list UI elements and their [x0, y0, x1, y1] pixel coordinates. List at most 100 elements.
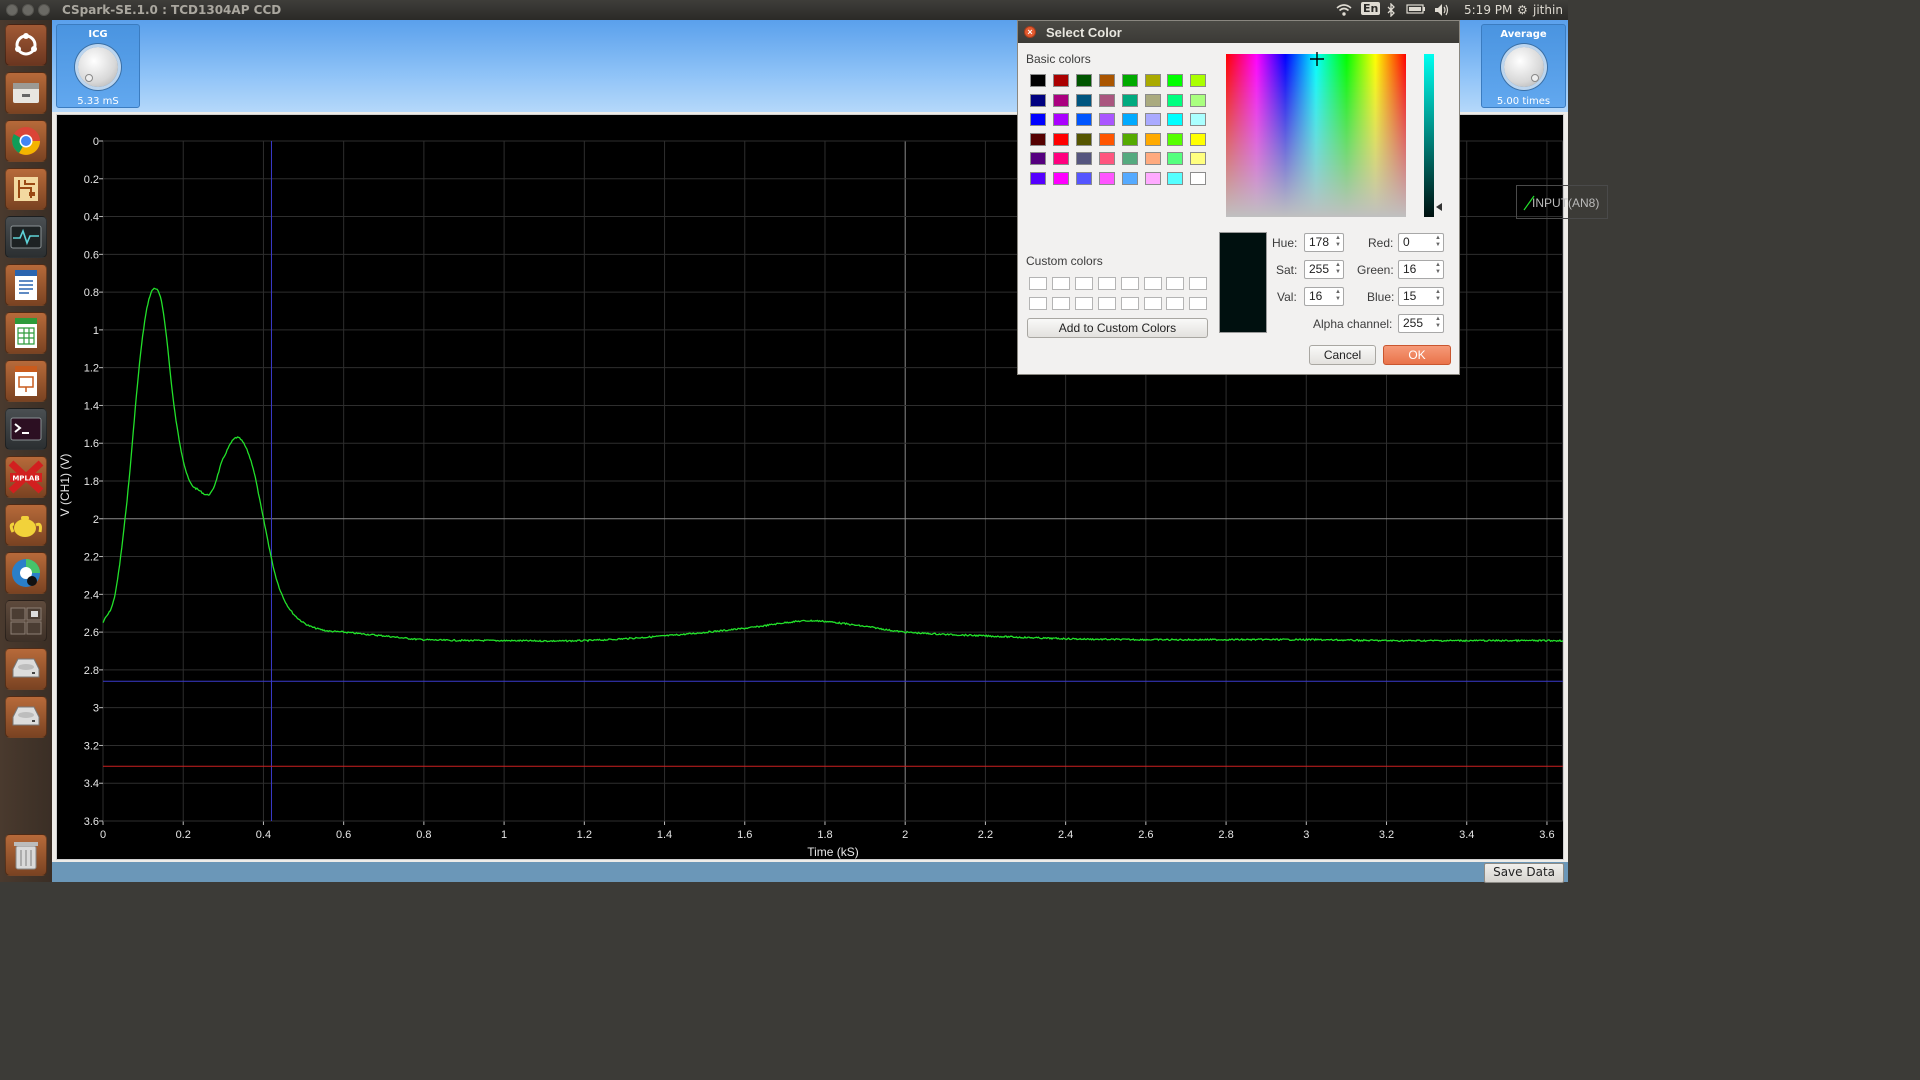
blue-spinbox[interactable]: 15 ▲ ▼: [1398, 287, 1444, 306]
custom-color-swatch[interactable]: [1189, 277, 1208, 290]
basic-color-swatch[interactable]: [1121, 74, 1138, 87]
average-knob[interactable]: [1504, 47, 1544, 87]
teapot-icon[interactable]: [5, 504, 47, 546]
ok-button[interactable]: OK: [1383, 345, 1451, 365]
basic-color-swatch[interactable]: [1144, 93, 1161, 107]
basic-color-swatch[interactable]: [1144, 113, 1161, 127]
custom-color-swatch[interactable]: [1120, 277, 1139, 290]
basic-color-swatch[interactable]: [1144, 172, 1161, 185]
battery-icon[interactable]: [1406, 3, 1426, 18]
dialog-titlebar[interactable]: × Select Color: [1018, 21, 1459, 43]
basic-color-swatch[interactable]: [1190, 172, 1207, 185]
basic-color-swatch[interactable]: [1030, 132, 1046, 146]
trash-icon[interactable]: [5, 834, 47, 876]
basic-color-swatch[interactable]: [1121, 152, 1138, 166]
basic-color-swatch[interactable]: [1075, 132, 1092, 146]
custom-color-swatch[interactable]: [1051, 296, 1070, 310]
val-spinbox[interactable]: 16 ▲ ▼: [1304, 287, 1344, 306]
cspark-app-icon[interactable]: [5, 552, 47, 594]
basic-color-swatch[interactable]: [1030, 172, 1046, 185]
basic-color-swatch[interactable]: [1075, 172, 1092, 185]
basic-color-swatch[interactable]: [1098, 113, 1115, 127]
keyboard-layout-indicator[interactable]: En: [1361, 2, 1381, 15]
cancel-button[interactable]: Cancel: [1309, 345, 1376, 365]
window-minimize-button[interactable]: [22, 4, 34, 16]
clock[interactable]: 5:19 PM: [1464, 3, 1512, 17]
basic-color-swatch[interactable]: [1075, 113, 1092, 127]
custom-color-swatch[interactable]: [1074, 296, 1093, 310]
basic-color-swatch[interactable]: [1075, 74, 1092, 87]
basic-color-swatch[interactable]: [1030, 152, 1046, 166]
basic-color-swatch[interactable]: [1121, 172, 1138, 185]
volume-icon[interactable]: [1434, 3, 1450, 20]
basic-color-swatch[interactable]: [1075, 152, 1092, 166]
basic-color-swatch[interactable]: [1190, 132, 1207, 146]
basic-color-swatch[interactable]: [1098, 74, 1115, 87]
writer-icon[interactable]: [5, 264, 47, 306]
basic-color-swatch[interactable]: [1167, 74, 1184, 87]
impress-icon[interactable]: [5, 360, 47, 402]
basic-color-swatch[interactable]: [1030, 74, 1046, 87]
gear-icon[interactable]: ⚙: [1517, 3, 1528, 17]
basic-color-swatch[interactable]: [1052, 152, 1069, 166]
user-name[interactable]: jithin: [1533, 3, 1563, 17]
save-data-button[interactable]: Save Data: [1484, 863, 1564, 883]
sat-spinbox[interactable]: 255 ▲ ▼: [1304, 260, 1344, 279]
basic-color-swatch[interactable]: [1144, 74, 1161, 87]
custom-color-swatch[interactable]: [1097, 277, 1116, 290]
custom-color-swatch[interactable]: [1029, 277, 1047, 290]
alpha-spinbox[interactable]: 255 ▲ ▼: [1398, 314, 1444, 333]
workspace-switcher-icon[interactable]: [5, 600, 47, 642]
red-spinbox[interactable]: 0 ▲ ▼: [1398, 233, 1444, 252]
basic-color-swatch[interactable]: [1121, 113, 1138, 127]
window-maximize-button[interactable]: [38, 4, 50, 16]
circuit-editor-icon[interactable]: [5, 168, 47, 210]
basic-color-swatch[interactable]: [1075, 93, 1092, 107]
window-close-button[interactable]: [6, 4, 18, 16]
basic-color-swatch[interactable]: [1098, 172, 1115, 185]
basic-color-swatch[interactable]: [1052, 132, 1069, 146]
calc-icon[interactable]: [5, 312, 47, 354]
drive-icon[interactable]: [5, 648, 47, 690]
bluetooth-icon[interactable]: [1386, 2, 1396, 20]
terminal-icon[interactable]: [5, 408, 47, 450]
wifi-icon[interactable]: [1336, 3, 1352, 20]
basic-color-swatch[interactable]: [1030, 113, 1046, 127]
custom-color-swatch[interactable]: [1143, 277, 1162, 290]
custom-color-swatch[interactable]: [1120, 296, 1139, 310]
dialog-close-button[interactable]: ×: [1024, 26, 1036, 38]
green-spinbox[interactable]: 16 ▲ ▼: [1398, 260, 1444, 279]
chrome-icon[interactable]: [5, 120, 47, 162]
basic-color-swatch[interactable]: [1167, 172, 1184, 185]
basic-color-swatch[interactable]: [1190, 93, 1207, 107]
basic-color-swatch[interactable]: [1052, 172, 1069, 185]
icg-knob[interactable]: [78, 47, 118, 87]
basic-color-swatch[interactable]: [1167, 93, 1184, 107]
basic-color-swatch[interactable]: [1190, 74, 1207, 87]
value-slider-arrow-icon[interactable]: [1436, 203, 1442, 211]
basic-color-swatch[interactable]: [1167, 152, 1184, 166]
basic-color-swatch[interactable]: [1052, 93, 1069, 107]
basic-color-swatch[interactable]: [1144, 132, 1161, 146]
basic-color-swatch[interactable]: [1098, 93, 1115, 107]
drive-icon-2[interactable]: [5, 696, 47, 738]
hue-saturation-picker[interactable]: [1226, 52, 1406, 217]
custom-color-swatch[interactable]: [1189, 296, 1208, 310]
basic-color-swatch[interactable]: [1098, 152, 1115, 166]
mplab-icon[interactable]: MPLAB: [5, 456, 47, 498]
value-slider[interactable]: [1424, 54, 1434, 217]
basic-color-swatch[interactable]: [1030, 93, 1046, 107]
custom-color-swatch[interactable]: [1051, 277, 1070, 290]
basic-color-swatch[interactable]: [1121, 132, 1138, 146]
custom-color-swatch[interactable]: [1166, 296, 1185, 310]
system-monitor-icon[interactable]: [5, 216, 47, 258]
custom-color-swatch[interactable]: [1074, 277, 1093, 290]
legend[interactable]: INPUT(AN8): [1516, 185, 1608, 219]
dash-home-icon[interactable]: [5, 24, 47, 66]
add-to-custom-colors-button[interactable]: Add to Custom Colors: [1027, 318, 1208, 338]
custom-color-swatch[interactable]: [1097, 296, 1116, 310]
basic-color-swatch[interactable]: [1167, 113, 1184, 127]
basic-color-swatch[interactable]: [1167, 132, 1184, 146]
basic-color-swatch[interactable]: [1190, 152, 1207, 166]
hue-spinbox[interactable]: 178 ▲ ▼: [1304, 233, 1344, 252]
